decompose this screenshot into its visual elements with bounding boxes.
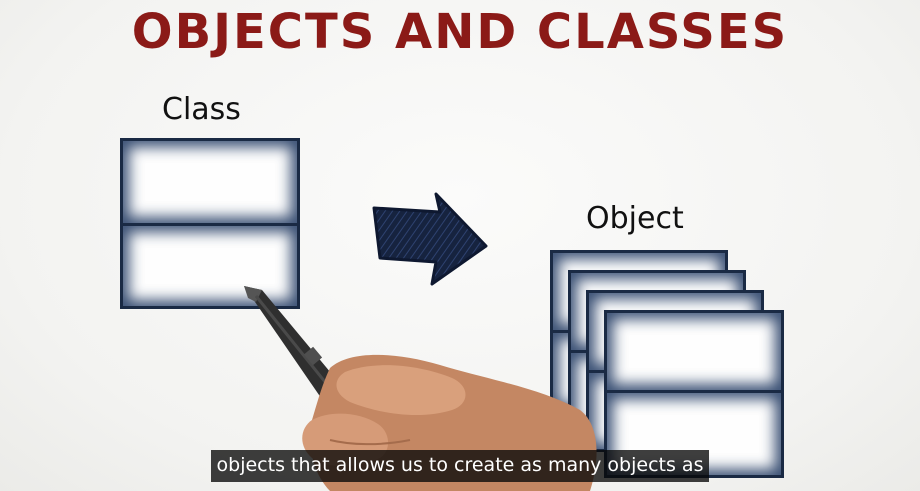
video-frame: OBJECTS AND CLASSES Class Object objects… xyxy=(0,0,920,491)
hand-holding-marker xyxy=(244,286,597,491)
subtitle-caption: objects that allows us to create as many… xyxy=(210,450,710,482)
caption-bar: objects that allows us to create as many… xyxy=(0,450,920,482)
